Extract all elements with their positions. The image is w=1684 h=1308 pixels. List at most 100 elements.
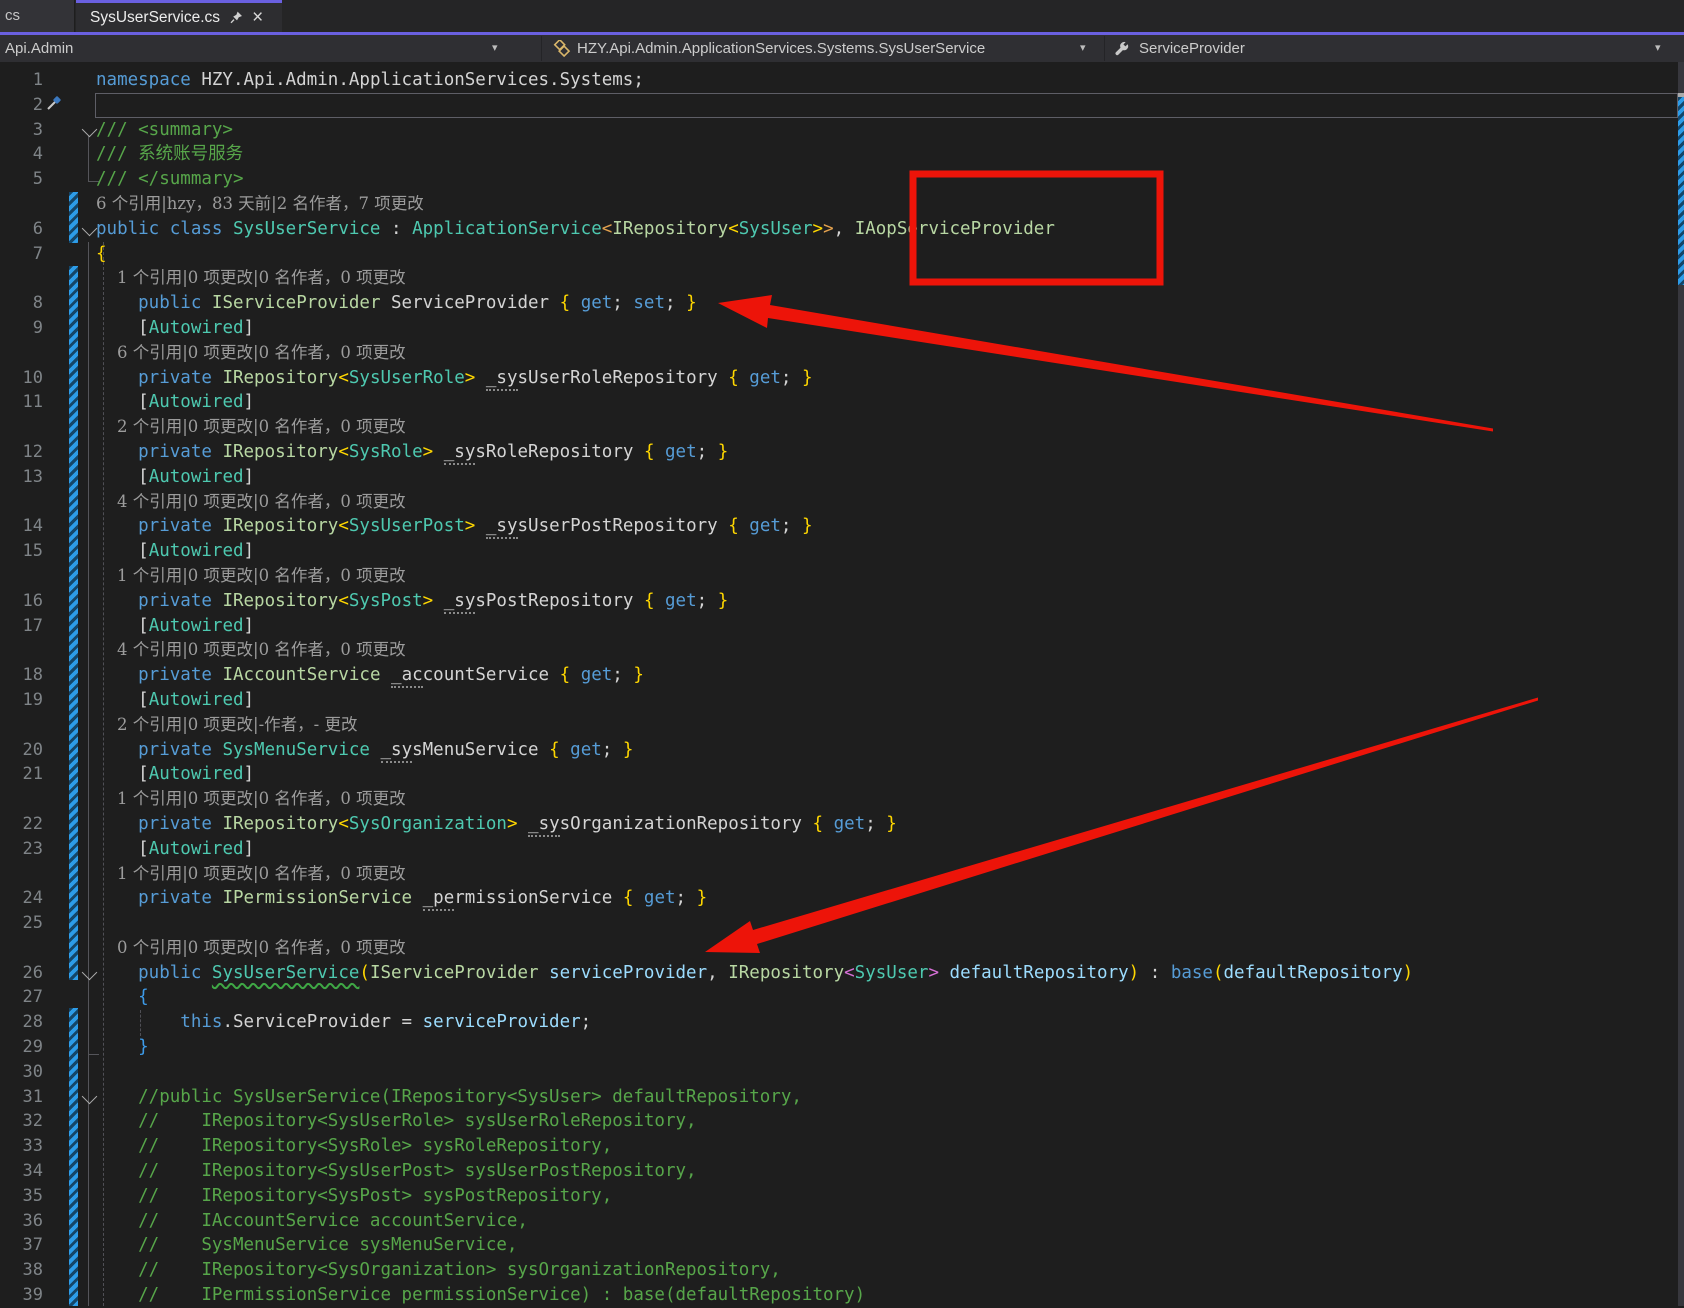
line-number: 26 [22, 962, 43, 983]
code-line-11[interactable]: 11 [Autowired] [0, 390, 1684, 415]
code-line-8[interactable]: 8 public IServiceProvider ServiceProvide… [0, 291, 1684, 316]
close-icon[interactable]: × [252, 8, 263, 27]
token-b1: { [728, 516, 750, 537]
code-line-32[interactable]: 32 // IRepository<SysUserRole> sysUserRo… [0, 1109, 1684, 1134]
code-line-15[interactable]: 15 [Autowired] [0, 539, 1684, 564]
code-line-31[interactable]: 31 //public SysUserService(IRepository<S… [0, 1085, 1684, 1110]
codelens-row[interactable]: 1 个引用|0 项更改|0 名作者，0 项更改 [0, 862, 1684, 887]
code-line-21[interactable]: 21 [Autowired] [0, 762, 1684, 787]
token-pln: ; [675, 888, 697, 909]
codelens-row[interactable]: 6 个引用|0 项更改|0 名作者，0 项更改 [0, 341, 1684, 366]
tab-active[interactable]: SysUserService.cs × [76, 0, 282, 32]
codelens-text[interactable]: 0 个引用|0 项更改|0 名作者，0 项更改 [96, 936, 406, 961]
line-number: 15 [22, 541, 43, 562]
code-line-5[interactable]: 5 /// </summary> [0, 167, 1684, 192]
code-text: // SysMenuService sysMenuService, [96, 1233, 517, 1258]
code-line-35[interactable]: 35 // IRepository<SysPost> sysPostReposi… [0, 1184, 1684, 1209]
code-line-10[interactable]: 10 private IRepository<SysUserRole> _sys… [0, 366, 1684, 391]
code-line-3[interactable]: 3 /// <summary> [0, 118, 1684, 143]
codelens-row[interactable]: 4 个引用|0 项更改|0 名作者，0 项更改 [0, 638, 1684, 663]
code-line-25[interactable]: 25 [0, 911, 1684, 936]
code-line-33[interactable]: 33 // IRepository<SysRole> sysRoleReposi… [0, 1134, 1684, 1159]
code-line-30[interactable]: 30 [0, 1060, 1684, 1085]
codelens-text[interactable]: 4 个引用|0 项更改|0 名作者，0 项更改 [96, 490, 406, 515]
code-line-12[interactable]: 12 private IRepository<SysRole> _sysRole… [0, 440, 1684, 465]
code-line-22[interactable]: 22 private IRepository<SysOrganization> … [0, 812, 1684, 837]
code-line-17[interactable]: 17 [Autowired] [0, 614, 1684, 639]
code-editor[interactable]: 1 namespace HZY.Api.Admin.ApplicationServ… [0, 62, 1684, 1306]
token-int: IPermissionService [222, 888, 413, 909]
code-line-26[interactable]: 26 public SysUserService(IServiceProvide… [0, 961, 1684, 986]
codelens-text[interactable]: 2 个引用|0 项更改|0 名作者，0 项更改 [96, 415, 406, 440]
breadcrumb-project[interactable]: Api.Admin [5, 35, 73, 62]
pin-icon[interactable] [229, 10, 244, 25]
token-cls: Autowired [148, 764, 244, 785]
code-text: private IAccountService _accountService … [96, 663, 644, 689]
token-cmt: /// </summary> [96, 169, 244, 190]
code-line-7[interactable]: 7{ [0, 242, 1684, 267]
token-b1: } [886, 813, 897, 834]
chevron-down-icon[interactable]: ▾ [492, 35, 498, 62]
codelens-row[interactable]: 2 个引用|0 项更改|0 名作者，0 项更改 [0, 415, 1684, 440]
codelens-row[interactable]: 1 个引用|0 项更改|0 名作者，0 项更改 [0, 787, 1684, 812]
codelens-text[interactable]: 1 个引用|0 项更改|0 名作者，0 项更改 [96, 787, 406, 812]
token-kw: public class [96, 218, 233, 239]
code-line-16[interactable]: 16 private IRepository<SysPost> _sysPost… [0, 589, 1684, 614]
code-line-14[interactable]: 14 private IRepository<SysUserPost> _sys… [0, 514, 1684, 540]
line-number: 29 [22, 1037, 43, 1058]
token-cls: Autowired [148, 615, 244, 636]
codelens-row[interactable]: 2 个引用|0 项更改|-作者，- 更改 [0, 713, 1684, 738]
line-number: 23 [22, 838, 43, 859]
codelens-row[interactable]: 0 个引用|0 项更改|0 名作者，0 项更改 [0, 936, 1684, 961]
scrollbar[interactable] [1678, 62, 1684, 1306]
codelens-text[interactable]: 6 个引用|0 项更改|0 名作者，0 项更改 [96, 341, 406, 366]
codelens-row[interactable]: 4 个引用|0 项更改|0 名作者，0 项更改 [0, 490, 1684, 515]
token-cls: SysOrganization [348, 813, 507, 834]
codelens-text[interactable]: 1 个引用|0 项更改|0 名作者，0 项更改 [96, 266, 406, 291]
code-line-36[interactable]: 36 // IAccountService accountService, [0, 1209, 1684, 1234]
codelens-text[interactable]: 6 个引用|hzy，83 天前|2 名作者，7 项更改 [96, 192, 424, 217]
token-pln: rmissionService [454, 888, 623, 909]
line-number: 28 [22, 1012, 43, 1033]
chevron-down-icon[interactable]: ▾ [1655, 35, 1661, 62]
code-text: [Autowired] [96, 837, 254, 862]
code-line-39[interactable]: 39 // IPermissionService permissionServi… [0, 1283, 1684, 1308]
token-pln [433, 591, 444, 611]
code-line-20[interactable]: 20 private SysMenuService _sysMenuServic… [0, 738, 1684, 763]
code-line-4[interactable]: 4 /// 系统账号服务 [0, 142, 1684, 167]
breadcrumb-type[interactable]: HZY.Api.Admin.ApplicationServices.System… [577, 35, 985, 62]
code-text: { [96, 985, 149, 1010]
breadcrumb-member[interactable]: ServiceProvider [1139, 35, 1245, 62]
token-pln: sOrganizationRepository [559, 813, 813, 834]
code-line-29[interactable]: 29 } [0, 1035, 1684, 1060]
code-line-23[interactable]: 23 [Autowired] [0, 837, 1684, 862]
code-line-9[interactable]: 9 [Autowired] [0, 316, 1684, 341]
codelens-text[interactable]: 2 个引用|0 项更改|-作者，- 更改 [96, 713, 358, 738]
code-line-28[interactable]: 28 this.ServiceProvider = serviceProvide… [0, 1010, 1684, 1035]
code-line-13[interactable]: 13 [Autowired] [0, 465, 1684, 490]
code-line-1[interactable]: 1 namespace HZY.Api.Admin.ApplicationServ… [0, 68, 1684, 93]
line-number: 20 [22, 739, 43, 760]
code-line-6[interactable]: 6 public class SysUserService : Applicati… [0, 217, 1684, 242]
code-line-38[interactable]: 38 // IRepository<SysOrganization> sysOr… [0, 1258, 1684, 1283]
codelens-row[interactable]: 1 个引用|0 项更改|0 名作者，0 项更改 [0, 564, 1684, 589]
code-line-2[interactable]: 2 [0, 93, 1684, 118]
code-line-27[interactable]: 27 { [0, 985, 1684, 1010]
tab-partial[interactable]: cs [0, 0, 75, 32]
token-cmt: // IRepository<SysPost> sysPostRepositor… [96, 1185, 613, 1206]
code-text: [Autowired] [96, 316, 254, 341]
code-text: private IRepository<SysOrganization> _sy… [96, 812, 897, 837]
codelens-row[interactable]: 1 个引用|0 项更改|0 名作者，0 项更改 [0, 266, 1684, 291]
chevron-down-icon[interactable]: ▾ [1080, 35, 1086, 62]
codelens-text[interactable]: 4 个引用|0 项更改|0 名作者，0 项更改 [96, 638, 406, 663]
code-line-37[interactable]: 37 // SysMenuService sysMenuService, [0, 1233, 1684, 1258]
codelens-row[interactable]: 6 个引用|hzy，83 天前|2 名作者，7 项更改 [0, 192, 1684, 217]
line-number: 36 [22, 1210, 43, 1231]
code-line-34[interactable]: 34 // IRepository<SysUserPost> sysUserPo… [0, 1159, 1684, 1184]
codelens-text[interactable]: 1 个引用|0 项更改|0 名作者，0 项更改 [96, 564, 406, 589]
code-line-24[interactable]: 24 private IPermissionService _permissio… [0, 886, 1684, 912]
code-line-18[interactable]: 18 private IAccountService _accountServi… [0, 663, 1684, 689]
code-line-19[interactable]: 19 [Autowired] [0, 688, 1684, 713]
codelens-text[interactable]: 1 个引用|0 项更改|0 名作者，0 项更改 [96, 862, 406, 887]
token-cls: Autowired [148, 541, 244, 562]
